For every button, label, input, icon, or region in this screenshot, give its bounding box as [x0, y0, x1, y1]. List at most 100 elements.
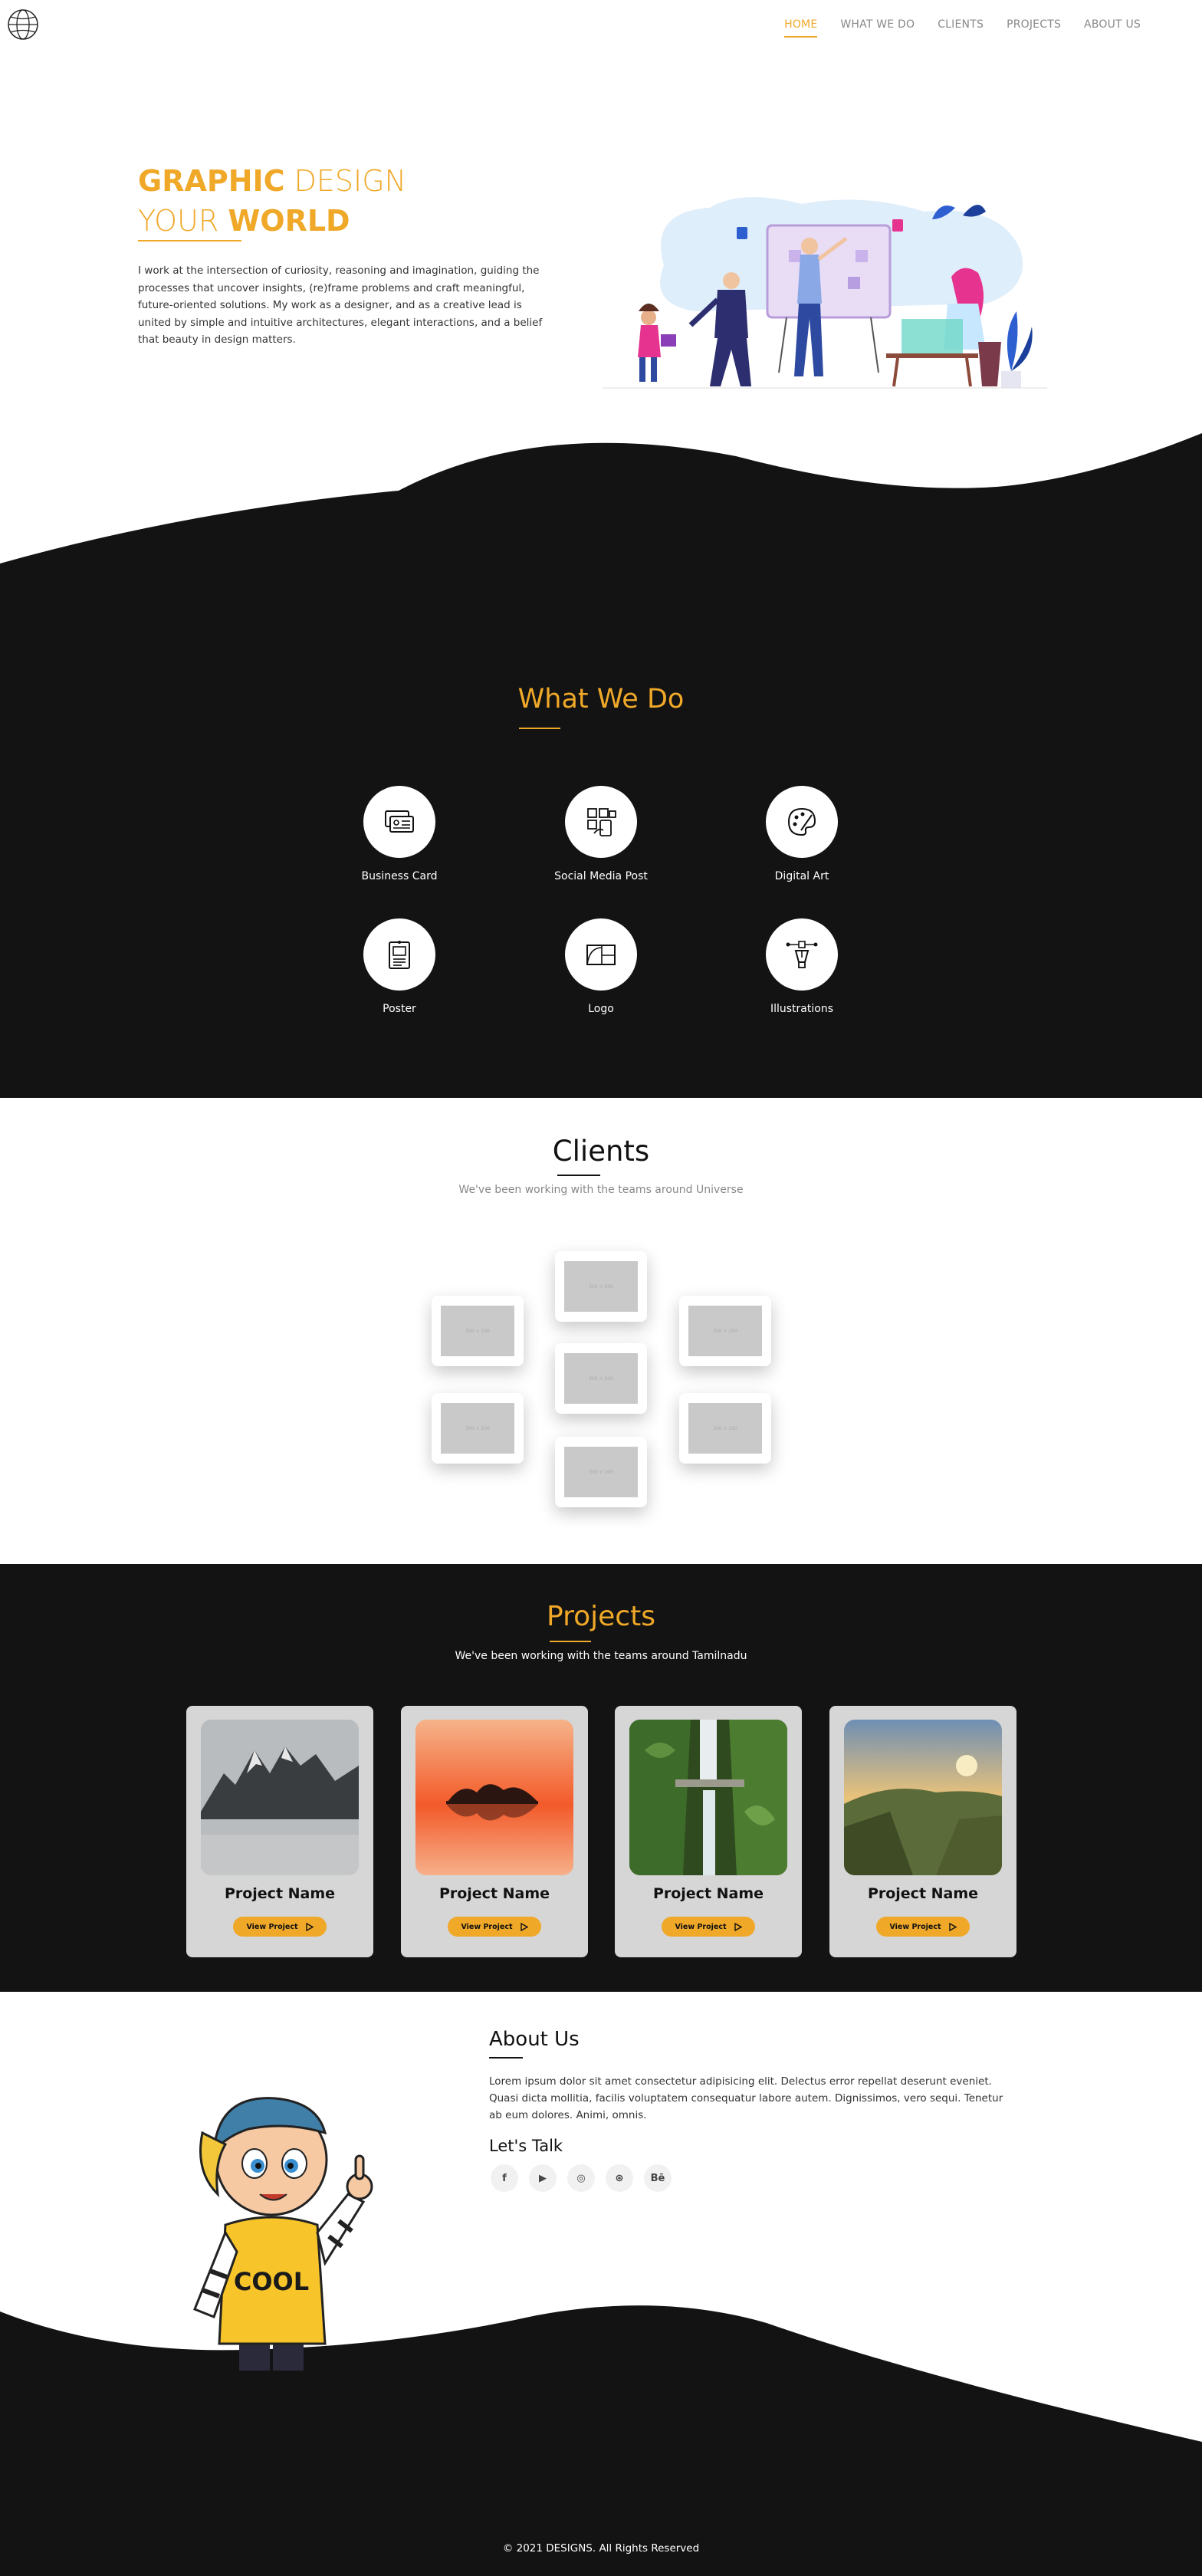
nav-about-us[interactable]: ABOUT US	[1084, 18, 1141, 31]
about-description: Lorem ipsum dolor sit amet consectetur a…	[489, 2075, 1003, 2121]
service-label: Poster	[383, 1003, 416, 1015]
lets-talk-title: Let's Talk	[489, 2137, 563, 2155]
view-project-label: View Project	[675, 1922, 727, 1931]
service-logo[interactable]: Logo	[524, 918, 678, 1015]
client-logo-placeholder: 300 × 200	[688, 1306, 762, 1356]
pen-tool-icon	[786, 941, 818, 968]
what-we-do-title: What We Do	[517, 684, 685, 715]
project-card: Project Name View Project	[829, 1706, 1016, 1957]
service-circle[interactable]	[565, 786, 637, 858]
client-logo-placeholder: 300 × 200	[688, 1403, 762, 1454]
service-label: Logo	[588, 1003, 614, 1015]
projects-title: Projects	[547, 1601, 655, 1632]
project-image-mountains	[201, 1720, 359, 1875]
hero-underline	[138, 240, 241, 242]
social-links: f ▶ ◎ ⊛ Bē	[491, 2164, 672, 2192]
service-social-media-post[interactable]: Social Media Post	[524, 786, 678, 882]
hero-title-light-2: YOUR	[138, 204, 228, 238]
poster-icon	[389, 941, 410, 969]
project-image-sunset	[415, 1720, 573, 1875]
service-illustrations[interactable]: Illustrations	[725, 918, 879, 1015]
top-nav: HOME WHAT WE DO CLIENTS PROJECTS ABOUT U…	[0, 0, 1202, 54]
team-illustration	[603, 197, 1047, 389]
project-card: Project Name View Project	[186, 1706, 373, 1957]
client-logo-card[interactable]: 300 × 200	[679, 1296, 771, 1366]
projects-subtitle: We've been working with the teams around…	[455, 1650, 747, 1662]
view-project-button[interactable]: View Project	[662, 1917, 755, 1937]
nav-clients[interactable]: CLIENTS	[938, 18, 984, 31]
footer-copyright: © 2021 DESIGNS. All Rights Reserved	[502, 2542, 700, 2555]
view-project-label: View Project	[461, 1922, 513, 1931]
project-name: Project Name	[224, 1885, 336, 1902]
project-name: Project Name	[867, 1885, 979, 1902]
client-logo-placeholder: 300 × 200	[441, 1306, 514, 1356]
view-project-button[interactable]: View Project	[233, 1917, 327, 1937]
project-image-waterfall	[629, 1720, 787, 1875]
hero-description: I work at the intersection of curiosity,…	[138, 264, 543, 346]
social-media-icon	[587, 808, 616, 836]
service-circle[interactable]	[766, 918, 838, 991]
nav-what-we-do[interactable]: WHAT WE DO	[840, 18, 915, 31]
about-underline	[489, 2057, 523, 2058]
hero-title-light-1: DESIGN	[284, 164, 407, 198]
what-we-do-underline	[519, 728, 560, 729]
main-menu: HOME WHAT WE DO CLIENTS PROJECTS ABOUT U…	[784, 18, 1141, 38]
project-image-cliffs	[844, 1720, 1002, 1875]
service-label: Social Media Post	[554, 870, 648, 882]
service-label: Digital Art	[774, 870, 829, 882]
hero-title-bold-1: GRAPHIC	[138, 164, 285, 198]
instagram-icon[interactable]: ◎	[567, 2164, 595, 2192]
client-logo-card[interactable]: 300 × 200	[555, 1251, 647, 1322]
client-logo-card[interactable]: 300 × 200	[432, 1296, 524, 1366]
what-we-do-section: What We Do Business Card Social Media Po…	[0, 567, 1202, 1098]
service-circle[interactable]	[363, 918, 435, 991]
behance-icon[interactable]: Bē	[644, 2164, 672, 2192]
hero-title-bold-2: WORLD	[228, 204, 350, 238]
client-logo-placeholder: 300 × 200	[564, 1353, 638, 1404]
clients-underline	[557, 1175, 600, 1176]
service-digital-art[interactable]: Digital Art	[725, 786, 879, 882]
client-logo-card[interactable]: 300 × 200	[679, 1393, 771, 1464]
view-project-button[interactable]: View Project	[876, 1917, 970, 1937]
view-project-label: View Project	[246, 1922, 298, 1931]
client-logo-card[interactable]: 300 × 200	[432, 1393, 524, 1464]
service-circle[interactable]	[363, 786, 435, 858]
client-logo-placeholder: 300 × 200	[564, 1261, 638, 1312]
client-logo-placeholder: 300 × 200	[441, 1403, 514, 1454]
project-card: Project Name View Project	[401, 1706, 588, 1957]
service-poster[interactable]: Poster	[323, 918, 476, 1015]
cartoon-boy-illustration: COOL	[193, 2097, 373, 2371]
service-circle[interactable]	[565, 918, 637, 991]
client-logo-card[interactable]: 300 × 200	[555, 1437, 647, 1507]
hero-title: GRAPHIC DESIGN YOUR WORLD	[138, 161, 406, 241]
service-circle[interactable]	[766, 786, 838, 858]
dribbble-icon[interactable]: ⊛	[606, 2164, 633, 2192]
play-icon	[734, 1922, 742, 1931]
client-logo-card[interactable]: 300 × 200	[555, 1343, 647, 1414]
top-wave-divider	[0, 433, 1202, 571]
about-title: About Us	[489, 2028, 580, 2051]
youtube-icon[interactable]: ▶	[529, 2164, 557, 2192]
project-name: Project Name	[652, 1885, 764, 1902]
play-icon	[948, 1922, 957, 1931]
palette-icon	[787, 807, 816, 836]
projects-underline	[550, 1641, 591, 1642]
clients-subtitle: We've been working with the teams around…	[458, 1184, 744, 1196]
globe-logo-icon[interactable]	[6, 6, 40, 43]
play-icon	[520, 1922, 528, 1931]
business-card-icon	[385, 810, 414, 833]
project-card: Project Name View Project	[615, 1706, 802, 1957]
service-business-card[interactable]: Business Card	[323, 786, 476, 882]
play-icon	[305, 1922, 314, 1931]
nav-projects[interactable]: PROJECTS	[1007, 18, 1061, 31]
view-project-label: View Project	[889, 1922, 941, 1931]
project-name: Project Name	[438, 1885, 550, 1902]
service-label: Business Card	[361, 870, 438, 882]
shirt-text: COOL	[234, 2267, 309, 2296]
facebook-icon[interactable]: f	[491, 2164, 518, 2192]
client-logo-placeholder: 300 × 200	[564, 1447, 638, 1497]
logo-design-icon	[586, 945, 616, 965]
view-project-button[interactable]: View Project	[448, 1917, 541, 1937]
projects-section: Projects We've been working with the tea…	[0, 1564, 1202, 1992]
nav-home[interactable]: HOME	[784, 18, 818, 38]
